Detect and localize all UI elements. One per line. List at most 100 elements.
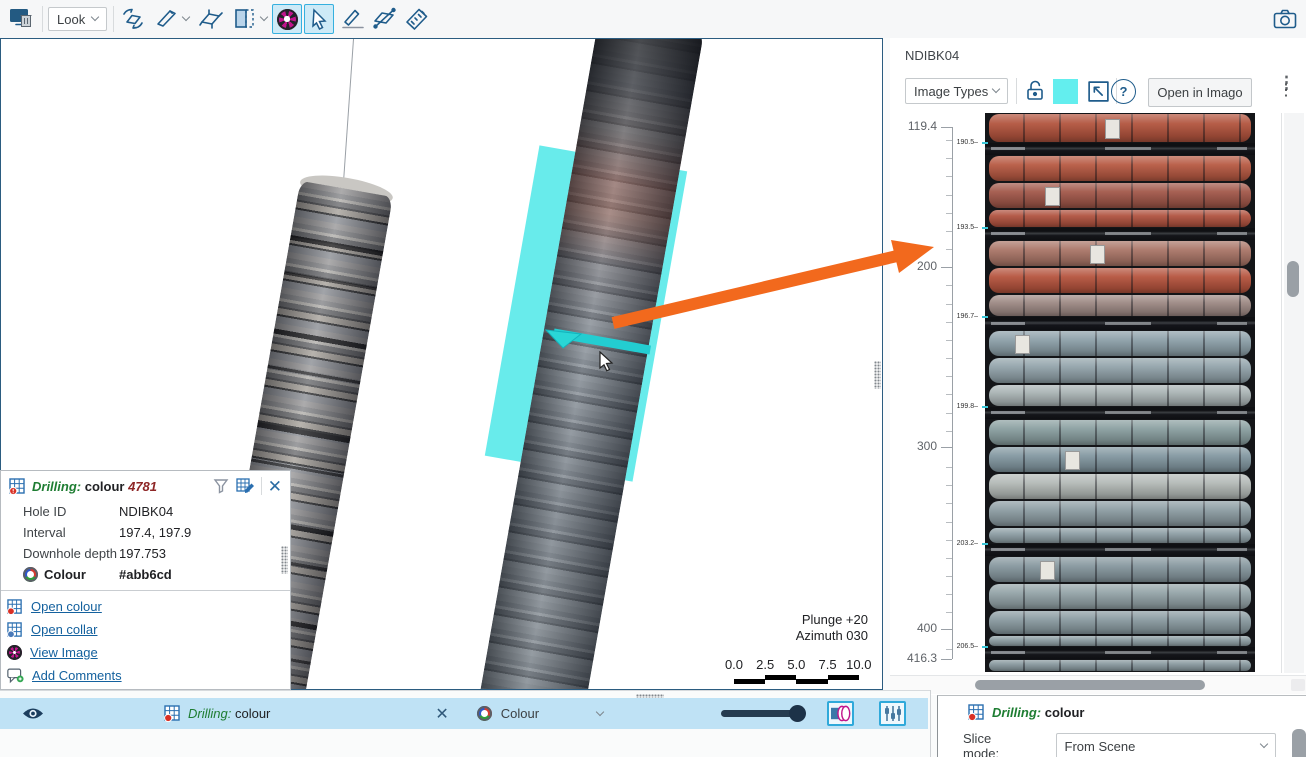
tray-depth-label: 206.5– — [948, 643, 978, 650]
core-stick — [989, 501, 1251, 526]
shape-properties-panel: Drilling: colour Slice mode: From Scene — [937, 695, 1306, 757]
shape-list-row-selected[interactable]: Drilling: colour ✕ Colour — [0, 698, 928, 729]
horizontal-scrollbar-thumb[interactable] — [975, 680, 1205, 690]
chevron-down-icon — [596, 707, 604, 715]
tray-depth-label: 193.5– — [948, 224, 978, 231]
field-label: Hole ID — [23, 504, 119, 519]
core-tray-row — [985, 384, 1255, 407]
core-stick — [989, 210, 1251, 227]
core-tray-row — [985, 330, 1255, 357]
core-stick — [989, 358, 1251, 383]
add-comments-link[interactable]: Add Comments — [32, 664, 122, 687]
core-tray-row — [985, 635, 1255, 647]
core-stick — [989, 385, 1251, 406]
core-stick — [989, 420, 1251, 445]
aperture-icon — [7, 645, 22, 660]
visibility-eye-icon[interactable] — [22, 706, 44, 721]
remove-shape-icon[interactable]: ✕ — [435, 704, 448, 724]
flat-core-icon — [830, 704, 851, 723]
popup-title-row-id: 4781 — [128, 479, 157, 494]
properties-scrollbar-thumb[interactable] — [1292, 729, 1306, 757]
tray-depth-label: 190.5– — [948, 139, 978, 146]
view-image-link[interactable]: View Image — [30, 641, 98, 664]
core-tray-row — [985, 659, 1255, 672]
table-red-badge-icon — [968, 704, 985, 721]
core-depth-tag — [1090, 245, 1105, 263]
table-red-badge-icon — [9, 478, 26, 495]
divider — [930, 690, 931, 757]
tray-depth-tick — [982, 646, 988, 648]
table-red-badge-icon — [7, 599, 23, 615]
view-image-link-row[interactable]: View Image — [7, 641, 290, 664]
filter-icon[interactable] — [212, 477, 230, 495]
popup-header: Drilling: colour 4781 ✕ — [1, 471, 290, 501]
tray-edge — [985, 228, 1255, 240]
flat-core-toggle-button[interactable] — [827, 701, 854, 726]
popup-title-group: Drilling: — [32, 479, 81, 494]
interval-info-popup: Drilling: colour 4781 ✕ Hole IDNDIBK04 I… — [0, 470, 291, 690]
horizontal-scrollbar-track[interactable] — [890, 675, 1306, 694]
mouse-cursor — [599, 351, 615, 373]
add-comments-link-row[interactable]: Add Comments — [7, 664, 290, 687]
core-tray-row — [985, 419, 1255, 446]
edit-table-icon[interactable] — [236, 477, 255, 495]
core-tray-row — [985, 113, 1255, 143]
core-tray-row — [985, 294, 1255, 317]
vertical-scrollbar-thumb[interactable] — [1287, 261, 1299, 297]
tray-depth-tick — [982, 406, 988, 408]
field-label: Colour — [44, 567, 86, 582]
shape-group: Drilling: — [188, 706, 231, 721]
core-stick — [989, 447, 1251, 472]
slice-mode-dropdown[interactable]: From Scene — [1056, 733, 1277, 757]
field-value: 197.4, 197.9 — [119, 525, 191, 540]
open-colour-link[interactable]: Open colour — [31, 595, 102, 618]
open-collar-link[interactable]: Open collar — [31, 618, 97, 641]
comment-plus-icon — [7, 667, 24, 684]
tray-depth-label: 196.7– — [948, 313, 978, 320]
slice-mode-label: Slice mode: — [963, 731, 1030, 757]
tray-edge — [985, 647, 1255, 659]
core-stick — [989, 528, 1251, 543]
core-depth-tag — [1045, 187, 1060, 205]
field-value: 197.753 — [119, 546, 166, 561]
properties-table: colour — [1045, 705, 1085, 720]
core-tray-row — [985, 556, 1255, 583]
application-window: Look — [0, 0, 1306, 757]
core-tray-row — [985, 357, 1255, 384]
shape-table: colour — [235, 706, 270, 721]
filter-sliders-button[interactable] — [879, 701, 906, 726]
vertical-scrollbar-track[interactable] — [1284, 113, 1304, 673]
core-stick — [989, 183, 1251, 208]
core-tray-row — [985, 267, 1255, 294]
core-stick — [989, 268, 1251, 293]
open-colour-link-row[interactable]: Open colour — [7, 595, 290, 618]
opacity-slider-thumb[interactable] — [789, 705, 806, 722]
channel-select-value[interactable]: Colour — [501, 706, 539, 721]
core-tray-row — [985, 446, 1255, 473]
core-tray-row — [985, 473, 1255, 500]
opacity-slider[interactable] — [721, 710, 803, 717]
core-tray-row — [985, 610, 1255, 635]
tray-depth-tick — [982, 316, 988, 318]
core-tray-row — [985, 500, 1255, 527]
tray-depth-tick — [982, 543, 988, 545]
close-icon[interactable]: ✕ — [268, 478, 282, 495]
popup-scroll-handle[interactable] — [281, 546, 288, 574]
core-stick — [989, 636, 1251, 646]
tray-depth-tick — [982, 142, 988, 144]
field-label: Interval — [23, 525, 119, 540]
rgb-colour-icon — [477, 706, 492, 721]
open-collar-link-row[interactable]: Open collar — [7, 618, 290, 641]
field-value: #abb6cd — [119, 567, 172, 582]
core-tray-row — [985, 583, 1255, 610]
core-tray-row — [985, 527, 1255, 544]
core-tray-row — [985, 240, 1255, 267]
tray-edge — [985, 544, 1255, 556]
tray-depth-label: 199.8– — [948, 403, 978, 410]
core-stick — [989, 156, 1251, 181]
scrollbar-corner — [1291, 679, 1305, 691]
filter-sliders-icon — [883, 704, 903, 723]
core-stick — [989, 660, 1251, 671]
chevron-down-icon — [1260, 740, 1268, 748]
core-depth-tag — [1105, 119, 1120, 139]
